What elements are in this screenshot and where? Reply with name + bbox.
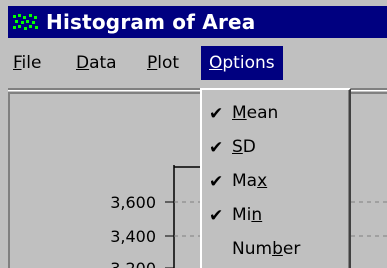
menu-item-max[interactable]: ✔ Max xyxy=(202,164,349,198)
menu-item-max-label: Max xyxy=(232,171,268,191)
menu-item-mean[interactable]: ✔ Mean xyxy=(202,96,349,130)
menu-item-sd-label: SD xyxy=(232,137,256,157)
menu-item-number[interactable]: Number xyxy=(202,232,349,266)
checkmark-icon: ✔ xyxy=(209,104,224,124)
y-tick-label: 3,400 xyxy=(110,227,156,246)
menu-item-mean-label: Mean xyxy=(232,103,279,123)
checkmark-icon: ✔ xyxy=(209,172,224,192)
checkmark-icon: ✔ xyxy=(209,206,224,226)
menu-item-min[interactable]: ✔ Min xyxy=(202,198,349,232)
menu-item-number-label: Number xyxy=(232,239,301,259)
menu-item-min-label: Min xyxy=(232,205,263,225)
histogram-window: Histogram of Area File Data Plot Options… xyxy=(0,0,387,268)
y-tick-label: 3,200 xyxy=(110,259,156,268)
options-dropdown-menu: ✔ Mean ✔ SD ✔ Max ✔ Min Number xyxy=(200,88,351,268)
checkmark-icon: ✔ xyxy=(209,138,224,158)
menu-item-sd[interactable]: ✔ SD xyxy=(202,130,349,164)
y-tick-label: 3,600 xyxy=(110,193,156,212)
